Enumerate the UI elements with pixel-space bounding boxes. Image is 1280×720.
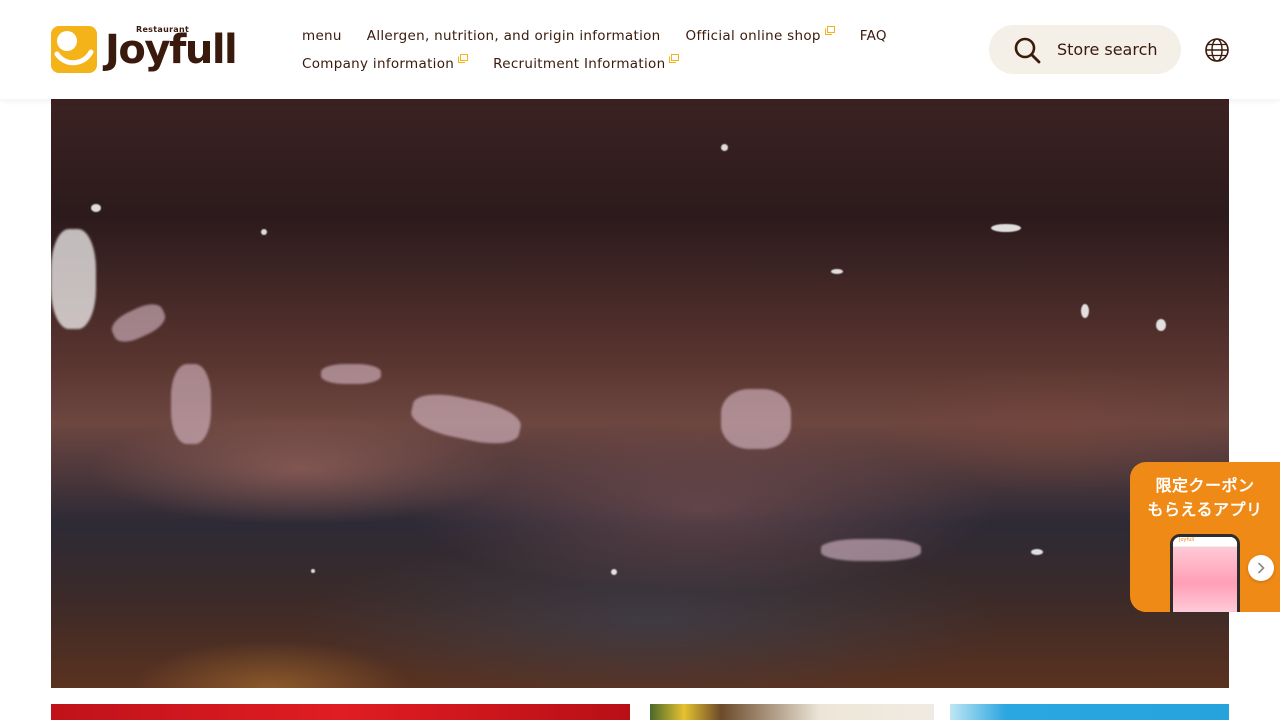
external-link-icon [824, 26, 835, 35]
hero-sparkle [311, 569, 315, 573]
globe-icon[interactable] [1204, 37, 1230, 63]
logo-wordmark: Joyfull [105, 27, 238, 73]
store-search-button[interactable]: Store search [989, 25, 1181, 74]
nav-link-recruitment[interactable]: Recruitment Information [493, 54, 680, 72]
hero-sparkle [1156, 319, 1166, 331]
hero-sparkle [611, 569, 617, 575]
promo-card-blue[interactable] [950, 704, 1229, 720]
hero-highlight [821, 539, 921, 561]
app-banner-line1: 限定クーポン [1155, 476, 1255, 495]
store-search-label: Store search [1057, 40, 1158, 59]
nav-link-label: Official online shop [685, 28, 821, 44]
app-coupon-banner[interactable]: 限定クーポン もらえるアプリ Joyfull [1130, 462, 1280, 612]
hero-highlight [321, 364, 381, 384]
banner-next-button[interactable] [1248, 555, 1274, 581]
joyfull-logo[interactable]: Restaurant Joyfull [51, 25, 261, 75]
app-banner-text: 限定クーポン もらえるアプリ [1130, 474, 1280, 522]
phone-app-header: Joyfull [1173, 537, 1237, 547]
nav-link-allergen-info[interactable]: Allergen, nutrition, and origin informat… [367, 28, 661, 44]
nav-link-menu[interactable]: menu [302, 28, 342, 44]
phone-screen [1173, 547, 1237, 612]
hero-highlight [408, 388, 524, 450]
nav-row-2: Company information Recruitment Informat… [302, 50, 922, 78]
logo-mark-icon [51, 26, 97, 73]
hero-sparkle [831, 269, 843, 274]
nav-row-1: menu Allergen, nutrition, and origin inf… [302, 22, 922, 50]
nav-link-online-shop[interactable]: Official online shop [685, 26, 835, 44]
hero-video[interactable] [51, 99, 1229, 688]
nav-link-label: Recruitment Information [493, 56, 666, 72]
hero-highlight [107, 298, 170, 348]
external-link-icon [669, 54, 680, 63]
hero-sparkle [721, 144, 728, 151]
promo-card-food[interactable] [650, 704, 934, 720]
app-banner-line2: もらえるアプリ [1147, 500, 1263, 519]
nav-link-label: menu [302, 28, 342, 44]
chevron-right-icon [1258, 562, 1265, 574]
hero-sparkle [991, 224, 1021, 232]
site-header: Restaurant Joyfull menu Allergen, nutrit… [0, 0, 1280, 99]
main-navigation: menu Allergen, nutrition, and origin inf… [302, 22, 922, 78]
hero-sparkle [1031, 549, 1043, 555]
hero-highlight [171, 364, 211, 444]
external-link-icon [458, 54, 469, 63]
hero-highlight [721, 389, 791, 449]
hero-sparkle [91, 204, 101, 212]
promo-card-red[interactable] [51, 704, 630, 720]
phone-image: Joyfull [1170, 534, 1240, 612]
nav-link-label: Allergen, nutrition, and origin informat… [366, 28, 661, 44]
hero-highlight [51, 229, 96, 329]
hero-sparkle [261, 229, 267, 235]
hero-sparkle [1081, 304, 1089, 318]
nav-link-company-info[interactable]: Company information [302, 54, 469, 72]
search-icon [1014, 37, 1041, 63]
nav-link-label: Company information [302, 56, 455, 72]
nav-link-label: FAQ [859, 28, 887, 44]
nav-link-faq[interactable]: FAQ [860, 28, 887, 44]
